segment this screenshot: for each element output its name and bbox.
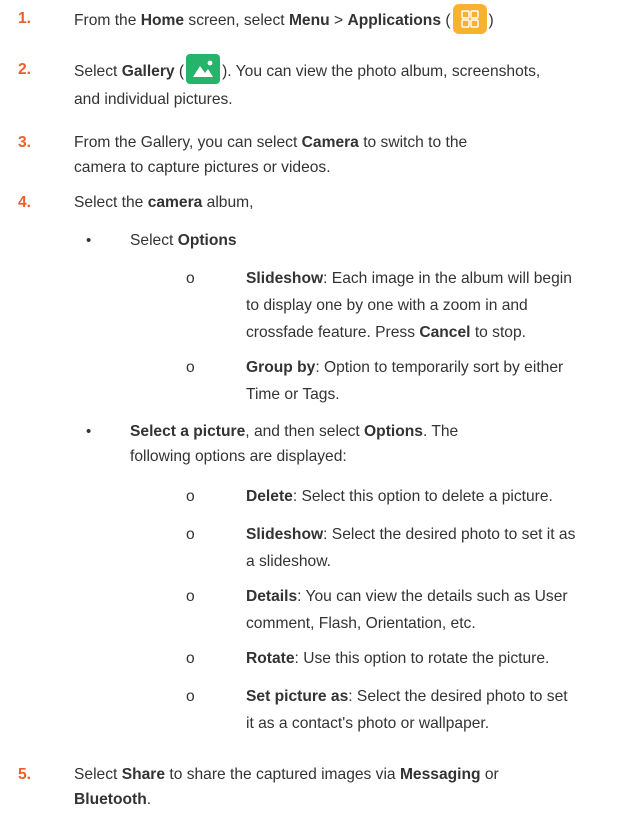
step-number-1: 1.: [18, 10, 32, 27]
step-text-1: From the Home screen, select Menu > Appl…: [74, 4, 614, 36]
option-delete: Delete: Select this option to delete a p…: [246, 488, 553, 505]
option-marker: o: [186, 270, 195, 287]
bullet-text-1: Select Options: [130, 232, 237, 249]
option-marker: o: [186, 650, 195, 667]
step-text-4: Select the camera album,: [74, 194, 254, 211]
step-number-2: 2.: [18, 61, 32, 78]
option-rotate: Rotate: Use this option to rotate the pi…: [246, 650, 550, 667]
bullet-marker: •: [86, 423, 92, 440]
option-marker: o: [186, 588, 195, 605]
step-number-5: 5.: [18, 766, 32, 783]
step-text-3: From the Gallery, you can select Camera …: [74, 134, 468, 176]
step-text-2: Select Gallery (). You can view the phot…: [74, 54, 614, 112]
step-number-4: 4.: [18, 194, 32, 211]
option-details: Details: You can view the details such a…: [246, 588, 568, 632]
option-marker: o: [186, 526, 195, 543]
option-slideshow-2: Slideshow: Select the desired photo to s…: [246, 526, 576, 570]
step-text-5: Select Share to share the captured image…: [74, 766, 499, 808]
option-set-picture-as: Set picture as: Select the desired photo…: [246, 688, 568, 732]
option-marker: o: [186, 688, 195, 705]
option-marker: o: [186, 488, 195, 505]
option-slideshow-1: Slideshow: Each image in the album will …: [246, 270, 572, 341]
apps-grid-icon: [452, 4, 487, 34]
gallery-image-icon: [186, 54, 221, 84]
bullet-text-2: Select a picture, and then select Option…: [130, 423, 459, 465]
bullet-marker: •: [86, 232, 92, 249]
step-number-3: 3.: [18, 134, 32, 151]
option-group-by: Group by: Option to temporarily sort by …: [246, 359, 564, 403]
option-marker: o: [186, 359, 195, 376]
